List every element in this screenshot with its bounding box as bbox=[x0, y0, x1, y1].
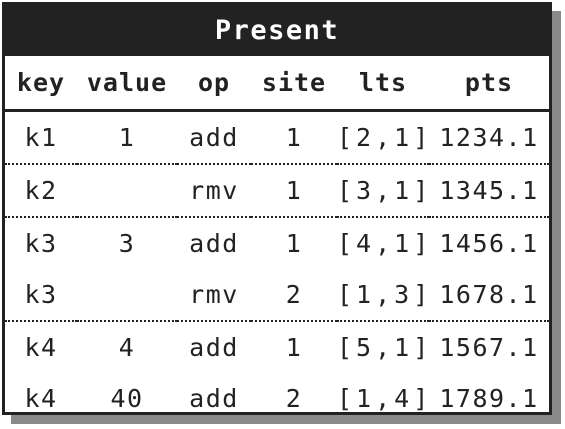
cell-pts: 1345.1 bbox=[429, 164, 549, 218]
header-row: key value op site lts pts bbox=[5, 56, 549, 112]
cell-value: 4 bbox=[118, 333, 136, 362]
cell-op: add bbox=[189, 384, 239, 413]
present-table: key value op site lts pts k1 1 add 1 [2,… bbox=[5, 56, 549, 424]
column-header-lts: lts bbox=[337, 56, 429, 112]
cell-site: 1 bbox=[285, 229, 303, 258]
column-header-key: key bbox=[5, 56, 77, 112]
cell-value: 3 bbox=[118, 229, 136, 258]
cell-key: k4 bbox=[24, 384, 58, 413]
cell-op: add bbox=[189, 229, 239, 258]
cell-value bbox=[77, 269, 177, 322]
cell-value: 1 bbox=[77, 110, 177, 165]
column-header-pts: pts bbox=[429, 56, 549, 112]
cell-value bbox=[77, 164, 177, 218]
column-header-value: value bbox=[77, 56, 177, 112]
table-row: k4 4 add 1 [5,1] 1567.1 bbox=[5, 321, 549, 373]
cell-key: k2 bbox=[5, 164, 77, 218]
cell-site: 1 bbox=[251, 110, 337, 165]
cell-key: k4 bbox=[24, 333, 58, 362]
cell-pts: 1456.1 bbox=[439, 229, 539, 258]
column-header-site: site bbox=[251, 56, 337, 112]
table-row: k3 rmv 2 [1,3] 1678.1 bbox=[5, 269, 549, 322]
cell-op: add bbox=[189, 333, 239, 362]
cell-site: 2 bbox=[285, 384, 303, 413]
present-table-card: Present key value op site lts pts k1 1 a… bbox=[2, 2, 552, 415]
cell-pts: 1567.1 bbox=[439, 333, 539, 362]
cell-lts: [4,1] bbox=[337, 229, 433, 258]
cell-lts: [3,1] bbox=[337, 164, 429, 218]
cell-pts: 1678.1 bbox=[429, 269, 549, 322]
cell-op: add bbox=[177, 110, 251, 165]
cell-lts: [2,1] bbox=[337, 110, 429, 165]
cell-lts: [5,1] bbox=[337, 333, 433, 362]
cell-op: rmv bbox=[177, 164, 251, 218]
column-header-op: op bbox=[177, 56, 251, 112]
table-row: k4 40 add 2 [1,4] 1789.1 bbox=[5, 373, 549, 424]
cell-value: 40 bbox=[110, 384, 144, 413]
cell-key: k3 bbox=[5, 269, 77, 322]
cell-key: k1 bbox=[5, 110, 77, 165]
table-row: k3 3 add 1 [4,1] 1456.1 bbox=[5, 217, 549, 269]
table-title: Present bbox=[5, 5, 549, 56]
table-row: k2 rmv 1 [3,1] 1345.1 bbox=[5, 164, 549, 218]
cell-site: 2 bbox=[251, 269, 337, 322]
cell-key: k3 bbox=[24, 229, 58, 258]
table-row: k1 1 add 1 [2,1] 1234.1 bbox=[5, 110, 549, 165]
cell-op: rmv bbox=[177, 269, 251, 322]
cell-pts: 1234.1 bbox=[429, 110, 549, 165]
cell-site: 1 bbox=[285, 333, 303, 362]
cell-site: 1 bbox=[251, 164, 337, 218]
cell-lts: [1,4] bbox=[337, 384, 433, 413]
cell-lts: [1,3] bbox=[337, 269, 429, 322]
cell-pts: 1789.1 bbox=[439, 384, 539, 413]
